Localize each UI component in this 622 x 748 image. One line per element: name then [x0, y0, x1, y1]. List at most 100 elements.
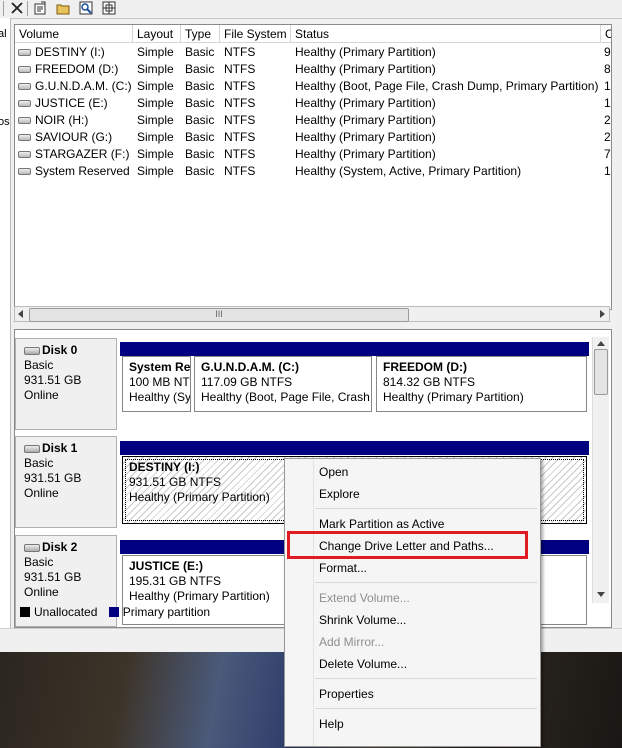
column-header-layout[interactable]: Layout	[133, 25, 181, 43]
table-row[interactable]: System Reserved Simple Basic NTFS Healthy (S…	[15, 163, 611, 180]
search-icon[interactable]	[79, 1, 93, 15]
drive-icon	[18, 83, 31, 90]
cell-status: Healthy (Primary Partition)	[295, 147, 436, 161]
drive-icon	[18, 100, 31, 107]
cell-volume: NOIR (H:)	[35, 113, 89, 127]
disk-type: Basic	[24, 555, 54, 569]
partition-status: Healthy (Sy	[129, 390, 191, 404]
partition-size: 100 MB NTF	[129, 375, 191, 389]
partition-title: JUSTICE (E:)	[129, 559, 204, 573]
column-header-status[interactable]: Status	[291, 25, 601, 43]
menu-item-delete-volume[interactable]: Delete Volume...	[286, 653, 538, 675]
disk-1-info[interactable]: Disk 1 Basic 931.51 GB Online	[15, 436, 117, 528]
cell-type: Basic	[185, 79, 215, 93]
partition-size: 117.09 GB NTFS	[201, 375, 293, 389]
drive-icon	[18, 66, 31, 73]
partition-title: System Re	[129, 360, 191, 374]
menu-separator	[315, 508, 537, 509]
table-row[interactable]: STARGAZER (F:) Simple Basic NTFS Healthy (Pr…	[15, 146, 611, 163]
cell-status: Healthy (Primary Partition)	[295, 96, 436, 110]
menu-item-properties[interactable]: Properties	[286, 683, 538, 705]
scroll-right-icon[interactable]	[598, 310, 606, 318]
scroll-down-icon[interactable]	[597, 591, 605, 598]
menu-item-add-mirror: Add Mirror...	[319, 635, 385, 649]
table-row[interactable]: SAVIOUR (G:) Simple Basic NTFS Healthy (Prim…	[15, 129, 611, 146]
cell-fs: NTFS	[224, 113, 256, 127]
clipped-label: os	[0, 116, 10, 128]
scroll-up-icon[interactable]	[597, 340, 605, 347]
disk-size: 931.51 GB	[24, 373, 82, 387]
menu-separator	[315, 708, 537, 709]
cell-volume: DESTINY (I:)	[35, 45, 105, 59]
disk-icon	[24, 346, 40, 355]
column-header-capacity[interactable]: C	[601, 25, 611, 43]
cell-type: Basic	[185, 113, 215, 127]
disk-0-info[interactable]: Disk 0 Basic 931.51 GB Online	[15, 338, 117, 430]
partition-gundam-c[interactable]: G.U.N.D.A.M. (C:) 117.09 GB NTFS Healthy…	[194, 356, 372, 412]
legend-label: Unallocated	[34, 605, 98, 619]
partition-size: 931.51 GB NTFS	[129, 475, 222, 489]
close-icon[interactable]	[10, 1, 24, 15]
navigation-pane-clipped: al os	[0, 18, 11, 628]
partition-size: 814.32 GB NTFS	[383, 375, 476, 389]
menu-item-help[interactable]: Help	[286, 713, 538, 735]
disk-1-label: Disk 1	[42, 441, 78, 455]
cell-status: Healthy (Primary Partition)	[295, 62, 436, 76]
drive-icon	[18, 117, 31, 124]
horizontal-scrollbar[interactable]: III	[14, 306, 610, 322]
partition-status: Healthy (Primary Partition)	[129, 589, 270, 603]
cell-volume: G.U.N.D.A.M. (C:)	[35, 79, 132, 93]
cell-layout: Simple	[137, 79, 174, 93]
partition-freedom-d[interactable]: FREEDOM (D:) 814.32 GB NTFS Healthy (Pri…	[376, 356, 587, 412]
cell-layout: Simple	[137, 147, 174, 161]
menu-item-extend-volume: Extend Volume...	[319, 591, 410, 605]
table-row[interactable]: DESTINY (I:) Simple Basic NTFS Healthy (Prim…	[15, 44, 611, 61]
context-menu[interactable]: Open Explore Mark Partition as Active Ch…	[284, 458, 541, 747]
disk-size: 931.51 GB	[24, 570, 82, 584]
volume-list[interactable]: Volume Layout Type File System Status C …	[14, 24, 612, 310]
table-row[interactable]: FREEDOM (D:) Simple Basic NTFS Healthy (Prim…	[15, 61, 611, 78]
cell-layout: Simple	[137, 45, 174, 59]
vertical-scrollbar[interactable]	[592, 337, 609, 603]
cell-fs: NTFS	[224, 96, 256, 110]
cell-type: Basic	[185, 130, 215, 144]
cell-type: Basic	[185, 62, 215, 76]
help-icon[interactable]	[102, 1, 116, 15]
drive-icon	[18, 168, 31, 175]
menu-item-explore[interactable]: Explore	[286, 483, 538, 505]
cell-status: Healthy (Primary Partition)	[295, 130, 436, 144]
menu-item-shrink-volume[interactable]: Shrink Volume...	[286, 609, 538, 631]
partition-system-reserved[interactable]: System Re 100 MB NTF Healthy (Sy	[122, 356, 191, 412]
table-row[interactable]: JUSTICE (E:) Simple Basic NTFS Healthy (Prim…	[15, 95, 611, 112]
properties-icon[interactable]	[33, 1, 47, 15]
disk-name: Disk 2	[24, 540, 116, 555]
cell-type: Basic	[185, 45, 215, 59]
disk-name: Disk 0	[24, 343, 116, 358]
cell-status: Healthy (System, Active, Primary Partiti…	[295, 164, 522, 178]
scroll-thumb[interactable]	[594, 349, 608, 395]
disk-2-label: Disk 2	[42, 540, 78, 554]
cell-layout: Simple	[137, 62, 174, 76]
column-header-volume[interactable]: Volume	[15, 25, 133, 43]
scroll-left-icon[interactable]	[17, 310, 25, 318]
open-folder-icon[interactable]	[56, 1, 70, 15]
disk-type: Basic	[24, 358, 54, 372]
disk-state: Online	[24, 388, 59, 402]
cell-fs: NTFS	[224, 79, 256, 93]
clipped-label: al	[0, 28, 7, 40]
cell-cap: 2	[604, 130, 611, 144]
partition-status: Healthy (Primary Partition)	[129, 490, 270, 504]
column-header-type[interactable]: Type	[181, 25, 220, 43]
toolbar-separator	[3, 1, 4, 16]
table-row[interactable]: NOIR (H:) Simple Basic NTFS Healthy (Primary…	[15, 112, 611, 129]
toolbar-separator	[27, 1, 28, 16]
disk-icon	[24, 543, 40, 552]
menu-item-open[interactable]: Open	[286, 461, 538, 483]
cell-fs: NTFS	[224, 45, 256, 59]
table-row[interactable]: G.U.N.D.A.M. (C:) Simple Basic NTFS Healthy …	[15, 78, 611, 95]
menu-item-format[interactable]: Format...	[286, 557, 538, 579]
column-header-file-system[interactable]: File System	[220, 25, 291, 43]
scroll-thumb[interactable]: III	[29, 308, 409, 322]
menu-separator	[315, 678, 537, 679]
disk-0-partition-bar	[120, 342, 589, 356]
